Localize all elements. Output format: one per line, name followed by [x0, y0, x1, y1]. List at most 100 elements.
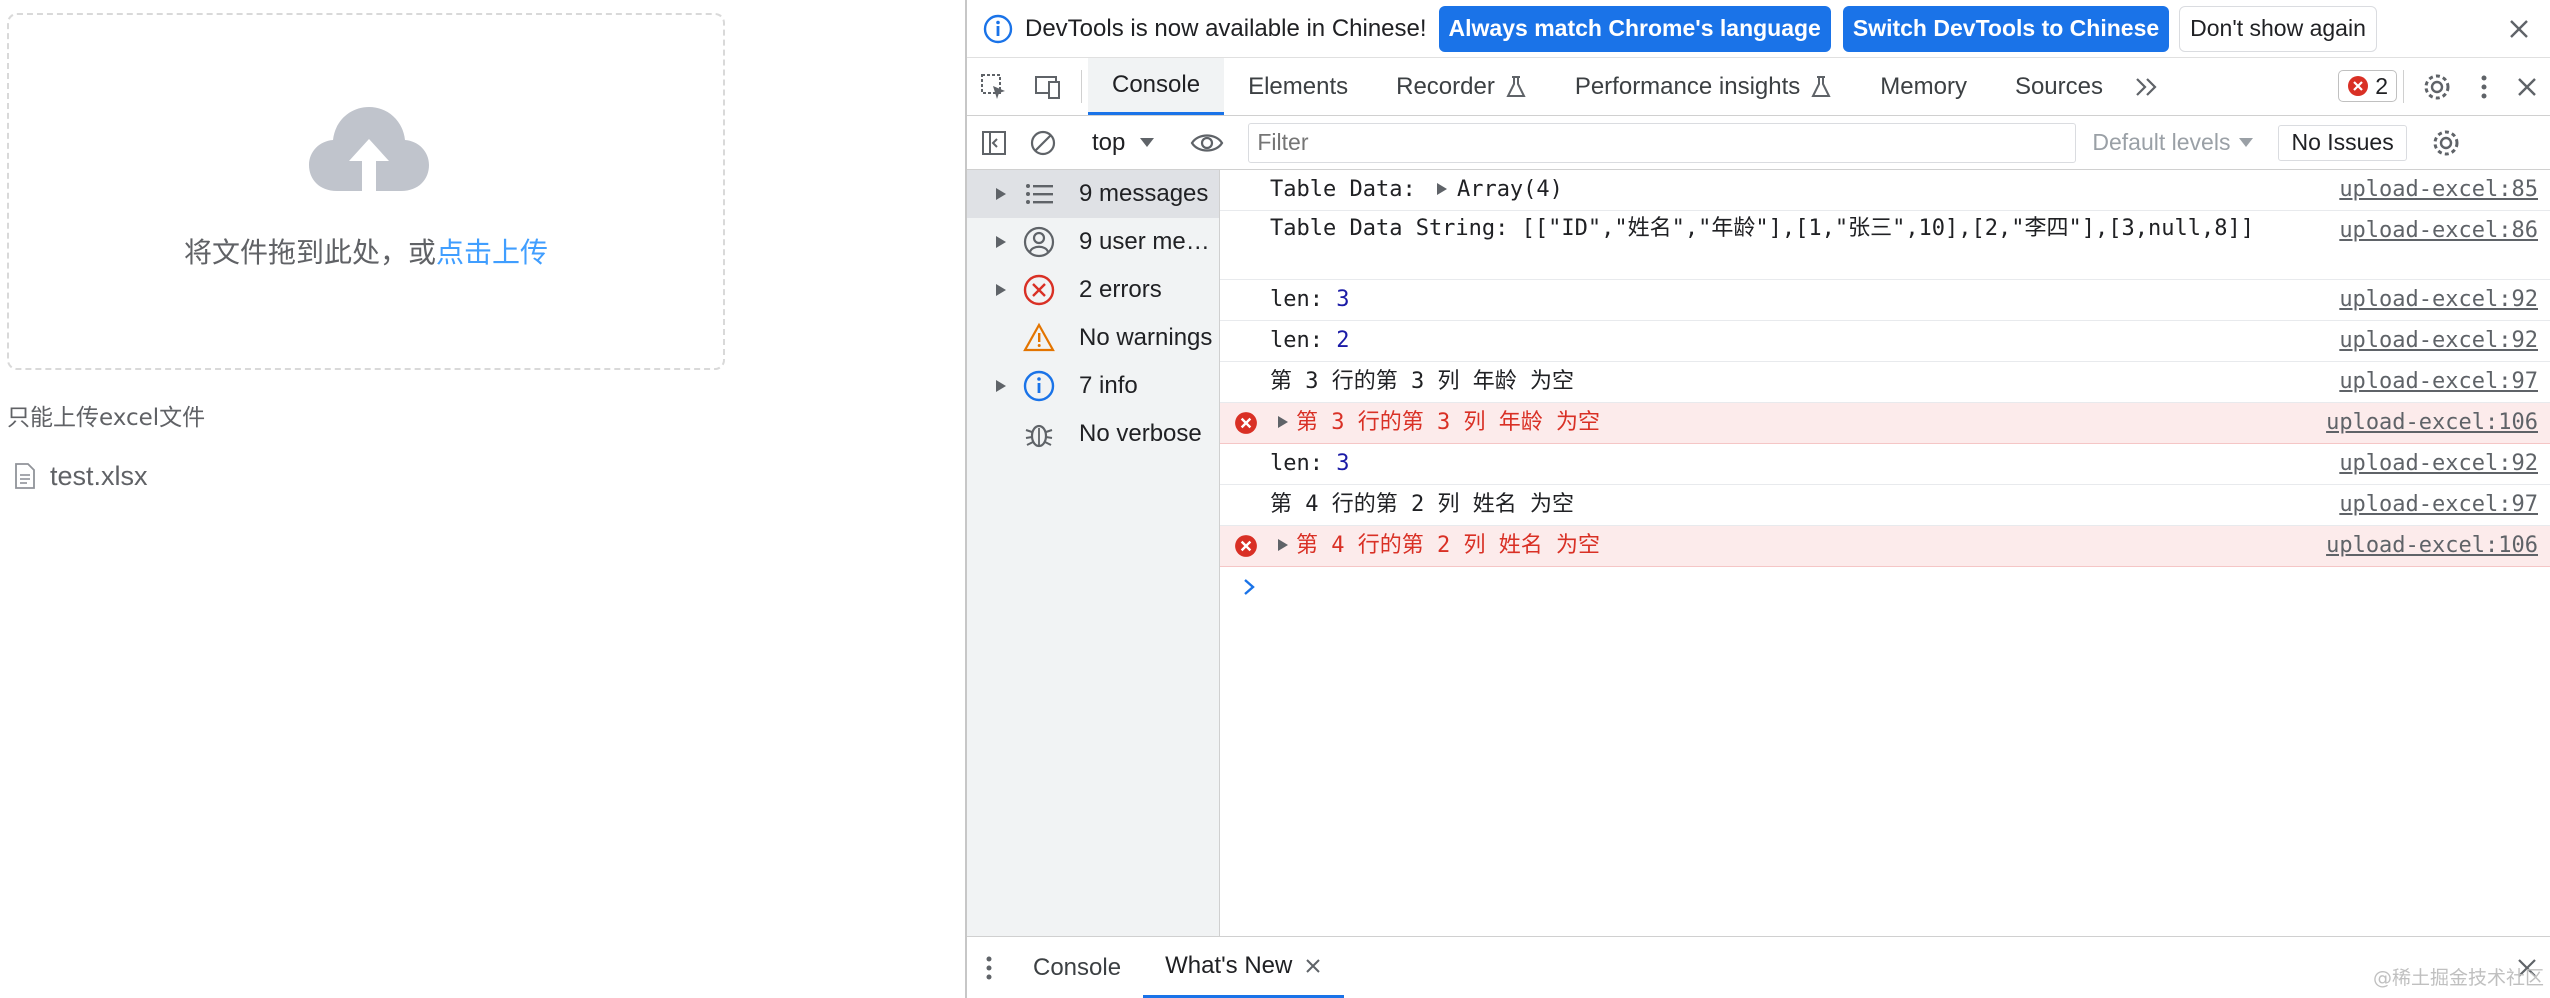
tab-label: Elements	[1248, 72, 1349, 100]
context-selector[interactable]: top	[1092, 129, 1155, 157]
close-tab-icon[interactable]	[1304, 957, 1322, 975]
error-count-badge[interactable]: 2	[2338, 70, 2397, 102]
device-toolbar-icon[interactable]	[1021, 58, 1075, 115]
live-expression-eye-icon[interactable]	[1180, 131, 1234, 155]
console-output: Table Data: Array(4) upload-excel:85 Tab…	[1220, 170, 2550, 936]
error-icon	[1235, 535, 1257, 557]
bug-icon	[1025, 424, 1053, 448]
upload-dropzone[interactable]: 将文件拖到此处，或点击上传	[7, 13, 725, 370]
clear-console-icon[interactable]	[1021, 129, 1065, 157]
settings-gear-icon[interactable]	[2410, 58, 2464, 115]
source-link[interactable]: upload-excel:92	[2339, 327, 2538, 355]
source-link[interactable]: upload-excel:106	[2326, 409, 2538, 437]
sidebar-item-verbose[interactable]: No verbose	[967, 410, 1219, 458]
flask-icon	[1506, 75, 1526, 97]
expand-arrow-icon[interactable]	[995, 283, 1007, 297]
console-error-row: 第 4 行的第 2 列 姓名 为空 upload-excel:106	[1220, 526, 2550, 567]
source-link[interactable]: upload-excel:106	[2326, 532, 2538, 560]
tab-recorder[interactable]: Recorder	[1372, 58, 1551, 115]
user-icon	[1023, 226, 1055, 258]
console-settings-gear-icon[interactable]	[2419, 128, 2473, 158]
drawer-menu-icon[interactable]	[967, 937, 1011, 998]
log-error-text[interactable]: 第 4 行的第 2 列 姓名 为空	[1296, 533, 1600, 558]
drawer-tab-label: What's New	[1165, 952, 1293, 979]
sidebar-item-label: 9 user me…	[1079, 228, 1210, 255]
tab-label: Recorder	[1396, 72, 1495, 100]
inspect-element-icon[interactable]	[967, 58, 1021, 115]
source-link[interactable]: upload-excel:85	[2339, 176, 2538, 204]
log-number: 2	[1336, 328, 1350, 353]
source-link[interactable]: upload-excel:92	[2339, 450, 2538, 478]
log-text: 第 3 行的第 3 列 年龄 为空	[1270, 369, 1574, 394]
drop-text: 将文件拖到此处，或点击上传	[9, 231, 723, 271]
source-link[interactable]: upload-excel:86	[2339, 217, 2538, 245]
log-prefix: len:	[1270, 328, 1337, 353]
sidebar-item-label: 9 messages	[1079, 180, 1209, 207]
tab-console[interactable]: Console	[1088, 58, 1225, 115]
info-icon	[983, 14, 1013, 43]
source-link[interactable]: upload-excel:97	[2339, 368, 2538, 396]
sidebar-toggle-icon[interactable]	[967, 129, 1021, 157]
context-label: top	[1092, 128, 1126, 156]
tab-label: Sources	[2014, 72, 2103, 100]
warning-icon	[1023, 322, 1055, 352]
error-icon	[2348, 76, 2369, 96]
expand-arrow-icon[interactable]	[1276, 538, 1290, 552]
console-row: 第 4 行的第 2 列 姓名 为空 upload-excel:97	[1220, 485, 2550, 526]
log-error-text[interactable]: 第 3 行的第 3 列 年龄 为空	[1296, 410, 1600, 435]
file-name: test.xlsx	[50, 460, 148, 491]
sidebar-item-info[interactable]: 7 info	[967, 362, 1219, 410]
dropdown-arrow-icon	[1140, 137, 1155, 147]
switch-chinese-button[interactable]: Switch DevTools to Chinese	[1842, 5, 2170, 52]
expand-arrow-icon[interactable]	[995, 235, 1007, 249]
expand-arrow-icon[interactable]	[1276, 415, 1290, 429]
upload-tip: 只能上传excel文件	[7, 405, 206, 431]
source-link[interactable]: upload-excel:92	[2339, 286, 2538, 314]
expand-arrow-icon[interactable]	[1435, 182, 1449, 196]
log-object[interactable]: Array(4)	[1457, 177, 1563, 202]
sidebar-item-warnings[interactable]: No warnings	[967, 314, 1219, 362]
sidebar-item-user-messages[interactable]: 9 user me…	[967, 218, 1219, 266]
log-number: 3	[1336, 287, 1350, 312]
close-icon[interactable]	[2504, 14, 2534, 44]
tab-sources[interactable]: Sources	[1991, 58, 2127, 115]
log-levels-dropdown[interactable]: Default levels	[2092, 129, 2254, 156]
tabbar-spacer	[2167, 58, 2338, 115]
filter-input[interactable]	[1248, 122, 2077, 163]
sidebar-item-errors[interactable]: 2 errors	[967, 266, 1219, 314]
sidebar-item-messages[interactable]: 9 messages	[967, 170, 1219, 218]
uploaded-file-item[interactable]: test.xlsx	[14, 456, 148, 496]
tab-label: Console	[1112, 71, 1201, 98]
click-upload-link[interactable]: 点击上传	[436, 236, 548, 269]
source-link[interactable]: upload-excel:97	[2339, 491, 2538, 519]
infobar-message: DevTools is now available in Chinese!	[1025, 14, 1427, 42]
console-prompt-line[interactable]	[1220, 567, 2550, 607]
log-text: Table Data String: [["ID","姓名","年龄"],[1,…	[1270, 216, 2254, 241]
drawer-tab-console[interactable]: Console	[1011, 937, 1143, 998]
drawer-tab-whats-new[interactable]: What's New	[1143, 937, 1345, 998]
list-icon	[1026, 184, 1053, 204]
separator	[2403, 70, 2404, 103]
more-options-icon[interactable]	[2464, 58, 2504, 115]
log-levels-label: Default levels	[2092, 129, 2231, 155]
issues-button[interactable]: No Issues	[2278, 124, 2407, 161]
log-prefix: Table Data:	[1270, 177, 1429, 202]
sidebar-item-label: No verbose	[1079, 420, 1202, 447]
tab-memory[interactable]: Memory	[1856, 58, 1991, 115]
separator	[1081, 70, 1082, 103]
watermark: @稀土掘金技术社区	[2372, 967, 2544, 989]
more-tabs-chevron-icon[interactable]	[2127, 58, 2167, 115]
tab-label: Memory	[1880, 72, 1967, 100]
close-devtools-icon[interactable]	[2504, 58, 2550, 115]
match-language-button[interactable]: Always match Chrome's language	[1438, 5, 1831, 52]
error-icon	[1235, 412, 1257, 434]
expand-arrow-icon[interactable]	[995, 379, 1007, 393]
tab-performance-insights[interactable]: Performance insights	[1551, 58, 1856, 115]
dont-show-again-button[interactable]: Don't show again	[2179, 5, 2377, 52]
log-prefix: len:	[1270, 451, 1337, 476]
sidebar-item-label: No warnings	[1079, 324, 1213, 351]
tab-elements[interactable]: Elements	[1224, 58, 1372, 115]
expand-arrow-icon[interactable]	[995, 187, 1007, 201]
console-row: len: 3 upload-excel:92	[1220, 444, 2550, 485]
info-icon	[1023, 370, 1055, 402]
